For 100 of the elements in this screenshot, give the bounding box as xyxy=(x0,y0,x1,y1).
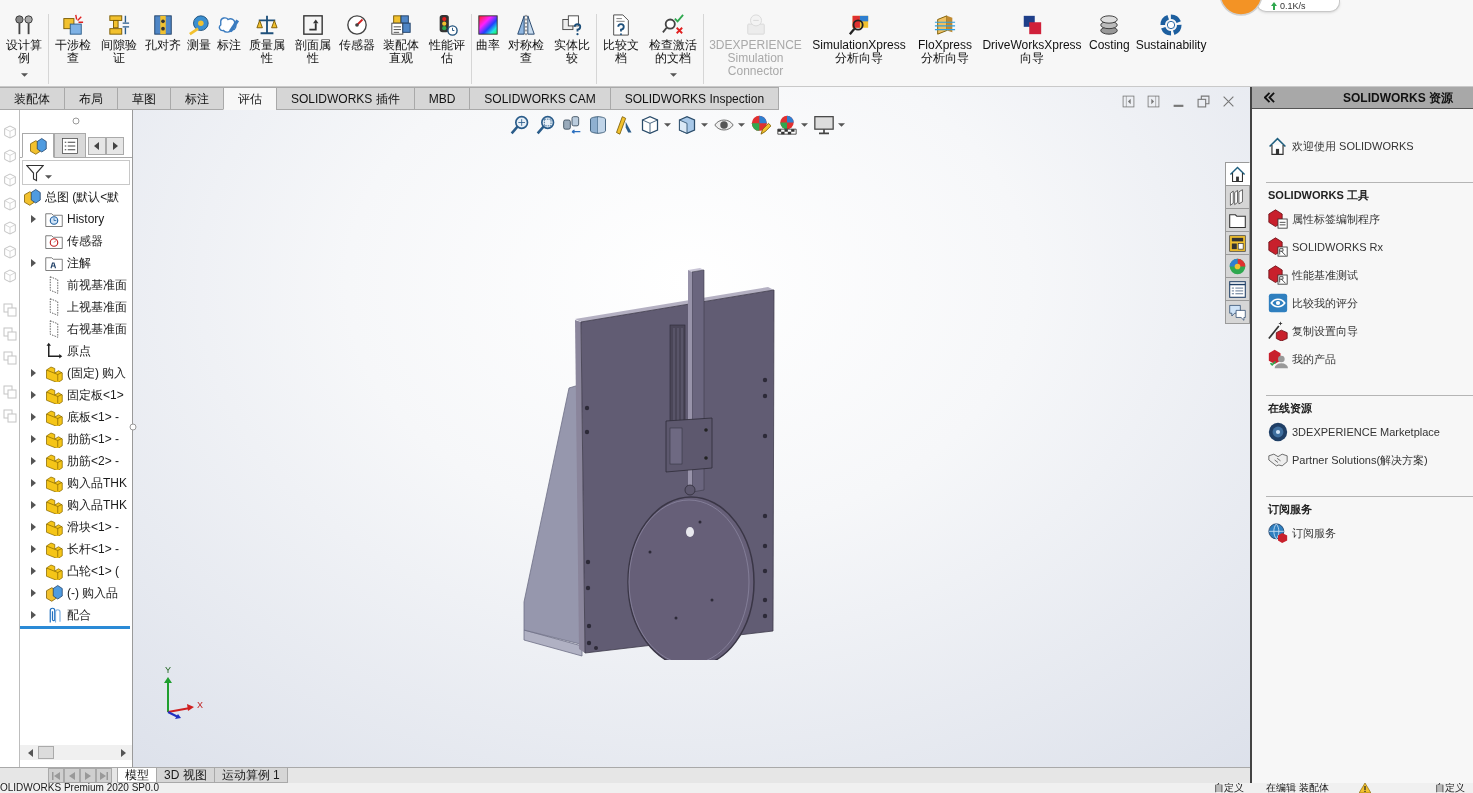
expand-arrow-icon[interactable] xyxy=(29,545,37,553)
resource-link[interactable]: 比较我的评分 xyxy=(1292,294,1358,312)
task-pane-tab[interactable] xyxy=(1225,277,1250,301)
sustainability-button[interactable]: Sustainability xyxy=(1134,14,1208,52)
panel-left-icon[interactable] xyxy=(1122,95,1135,108)
caret-icon[interactable] xyxy=(669,73,677,77)
tree-item-label[interactable]: 肋筋<1> - xyxy=(67,432,120,446)
tree-item-label[interactable]: 原点 xyxy=(67,344,91,358)
welcome-link[interactable]: 欢迎使用 SOLIDWORKS xyxy=(1292,137,1414,155)
cut-cylinder-icon[interactable] xyxy=(588,115,608,135)
resource-link[interactable]: 3DEXPERIENCE Marketplace xyxy=(1292,423,1440,441)
performance-evaluation-button[interactable]: 性能评估 xyxy=(426,14,468,65)
command-tab[interactable]: 标注 xyxy=(170,87,224,110)
expand-arrow-icon[interactable] xyxy=(29,369,37,377)
caret-icon[interactable] xyxy=(738,123,745,127)
tree-item-label[interactable]: 滑块<1> - xyxy=(67,520,120,534)
mass-properties-button[interactable]: 质量属性 xyxy=(246,14,288,65)
compare-documents-button[interactable]: 比较文档 xyxy=(600,14,642,65)
expand-arrow-icon[interactable] xyxy=(29,589,37,597)
panel-tab[interactable] xyxy=(54,133,86,158)
tree-item-label[interactable]: 底板<1> - xyxy=(67,410,120,424)
horizontal-scrollbar[interactable] xyxy=(20,745,132,760)
warning-icon[interactable] xyxy=(1359,783,1371,793)
restore-icon[interactable] xyxy=(1197,95,1210,108)
tree-item-label[interactable]: 凸轮<1> ( xyxy=(67,564,120,578)
bottom-tab[interactable]: 模型 xyxy=(117,768,157,783)
tree-item-label[interactable]: 肋筋<2> - xyxy=(67,454,120,468)
tree-item-label[interactable]: 上视基准面 xyxy=(67,300,127,314)
command-tab[interactable]: 评估 xyxy=(223,87,277,110)
task-pane-tab[interactable] xyxy=(1225,208,1250,232)
expand-arrow-icon[interactable] xyxy=(29,391,37,399)
bottom-tab[interactable]: 运动算例 1 xyxy=(213,768,288,783)
ball-pencil-icon[interactable] xyxy=(751,115,771,135)
expand-arrow-icon[interactable] xyxy=(29,413,37,421)
tree-item-label[interactable]: (固定) 购入 xyxy=(67,366,127,380)
close-icon[interactable] xyxy=(1222,95,1235,108)
tree-item-label[interactable]: (-) 购入品 xyxy=(67,586,119,600)
command-tab[interactable]: SOLIDWORKS CAM xyxy=(469,87,611,110)
driveworksxpress-button[interactable]: DriveWorksXpress 向导 xyxy=(980,14,1084,65)
command-tab[interactable]: 布局 xyxy=(64,87,118,110)
expand-arrow-icon[interactable] xyxy=(29,457,37,465)
bottom-tab[interactable]: 3D 视图 xyxy=(156,768,215,783)
tree-item-label[interactable]: History xyxy=(67,212,105,226)
tree-item-label[interactable]: 购入品THK xyxy=(67,476,127,490)
panel-right-icon[interactable] xyxy=(1147,95,1160,108)
shaded-cube-icon[interactable] xyxy=(677,115,697,135)
tree-item-label[interactable]: 前视基准面 xyxy=(67,278,127,292)
caret-icon[interactable] xyxy=(701,123,708,127)
expand-arrow-icon[interactable] xyxy=(29,567,37,575)
symmetry-check-button[interactable]: 对称检查 xyxy=(505,14,547,65)
tree-item-label[interactable]: 配合 xyxy=(67,608,91,622)
command-tab[interactable]: 装配体 xyxy=(0,87,65,110)
floxpress-button[interactable]: FloXpress 分析向导 xyxy=(914,14,976,65)
expand-arrow-icon[interactable] xyxy=(29,259,37,267)
tree-item-label[interactable]: 右视基准面 xyxy=(67,322,127,336)
scroll-left-icon[interactable] xyxy=(26,746,35,759)
hole-alignment-button[interactable]: 孔对齐 xyxy=(144,14,182,52)
task-pane-tab[interactable] xyxy=(1225,231,1250,255)
binoculars-arrow-icon[interactable] xyxy=(562,115,582,135)
pen-triangle-icon[interactable] xyxy=(614,115,634,135)
clearance-verification-button[interactable]: 间隙验证 xyxy=(98,14,140,65)
expand-arrow-icon[interactable] xyxy=(29,215,37,223)
assembly-visualization-button[interactable]: 装配体直观 xyxy=(380,14,422,65)
tree-item-label[interactable]: 购入品THK xyxy=(67,498,127,512)
splitter-handle-icon[interactable] xyxy=(129,423,137,431)
expand-arrow-icon[interactable] xyxy=(29,611,37,619)
resource-link[interactable]: SOLIDWORKS Rx xyxy=(1292,238,1384,256)
resource-link[interactable]: Partner Solutions(解决方案) xyxy=(1292,451,1428,469)
resource-link[interactable]: 性能基准测试 xyxy=(1292,266,1358,284)
task-pane-tab[interactable] xyxy=(1225,162,1250,186)
interference-detection-button[interactable]: 干涉检查 xyxy=(52,14,94,65)
command-tab[interactable]: MBD xyxy=(413,87,471,110)
tree-item-label[interactable]: 传感器 xyxy=(67,234,103,248)
tree-item-label[interactable]: 固定板<1> xyxy=(67,388,124,402)
zoom-area-icon[interactable] xyxy=(536,115,556,135)
check-active-document-button[interactable]: 检查激活的文档 xyxy=(646,14,700,77)
panel-tab[interactable] xyxy=(22,133,54,158)
ball-checker-icon[interactable] xyxy=(777,115,797,135)
simulationxpress-button[interactable]: SimulationXpress 分析向导 xyxy=(808,14,910,65)
scroll-right-icon[interactable] xyxy=(119,746,128,759)
sensor-button[interactable]: 传感器 xyxy=(338,14,376,52)
caret-icon[interactable] xyxy=(664,123,671,127)
caret-icon[interactable] xyxy=(801,123,808,127)
expand-arrow-icon[interactable] xyxy=(29,501,37,509)
compare-bodies-button[interactable]: 实体比较 xyxy=(551,14,593,65)
zoom-fit-icon[interactable] xyxy=(510,115,530,135)
section-properties-button[interactable]: 剖面属性 xyxy=(292,14,334,65)
command-tab[interactable]: SOLIDWORKS Inspection xyxy=(609,87,780,110)
resource-link[interactable]: 订阅服务 xyxy=(1292,524,1336,542)
view-cube-icon[interactable] xyxy=(640,115,660,135)
double-chevron-icon[interactable] xyxy=(1264,92,1275,103)
resource-link[interactable]: 我的产品 xyxy=(1292,350,1336,368)
resource-link[interactable]: 复制设置向导 xyxy=(1292,322,1358,340)
curvature-button[interactable]: 曲率 xyxy=(475,14,501,52)
tree-item-label[interactable]: 长杆<1> - xyxy=(67,542,120,556)
caret-icon[interactable] xyxy=(838,123,845,127)
scrollbar-thumb[interactable] xyxy=(38,746,54,759)
caret-icon[interactable] xyxy=(20,73,28,77)
expand-arrow-icon[interactable] xyxy=(29,523,37,531)
scroll-right-icon[interactable] xyxy=(106,137,124,155)
